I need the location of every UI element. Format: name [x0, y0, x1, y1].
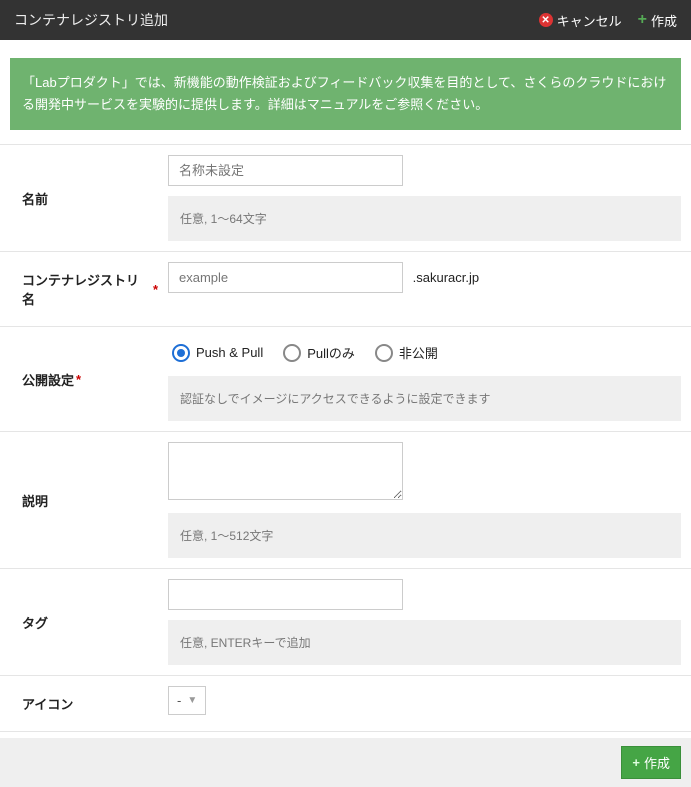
- create-button-footer[interactable]: + 作成: [621, 746, 681, 779]
- cancel-button[interactable]: ✕ キャンセル: [539, 11, 622, 30]
- plus-icon: +: [632, 755, 640, 770]
- page-title: コンテナレジストリ追加: [14, 10, 168, 30]
- content-description: 任意, 1〜512文字: [168, 432, 691, 568]
- form: 名前 任意, 1〜64文字 コンテナレジストリ名* .sakuracr.jp 公…: [0, 144, 691, 732]
- chevron-down-icon: ▼: [187, 695, 197, 706]
- select-value: -: [177, 693, 181, 708]
- row-description: 説明 任意, 1〜512文字: [0, 432, 691, 569]
- row-tag: タグ 任意, ENTERキーで追加: [0, 569, 691, 676]
- row-registry-name: コンテナレジストリ名* .sakuracr.jp: [0, 252, 691, 327]
- required-mark: *: [76, 372, 81, 387]
- create-label: 作成: [651, 11, 677, 30]
- hint-description: 任意, 1〜512文字: [168, 513, 681, 558]
- hint-tag: 任意, ENTERキーで追加: [168, 620, 681, 665]
- hint-name: 任意, 1〜64文字: [168, 196, 681, 241]
- visibility-radio-group: Push & Pull Pullのみ 非公開: [168, 337, 681, 366]
- label-visibility: 公開設定*: [0, 327, 168, 431]
- tag-input[interactable]: [168, 579, 403, 610]
- name-input[interactable]: [168, 155, 403, 186]
- label-description: 説明: [0, 432, 168, 568]
- label-tag: タグ: [0, 569, 168, 675]
- registry-suffix: .sakuracr.jp: [413, 270, 479, 285]
- close-icon: ✕: [539, 13, 553, 27]
- header-bar: コンテナレジストリ追加 ✕ キャンセル + 作成: [0, 0, 691, 40]
- radio-pull-only[interactable]: Pullのみ: [283, 343, 355, 362]
- radio-label: 非公開: [399, 343, 438, 362]
- footer-bar: + 作成: [0, 738, 691, 787]
- label-name: 名前: [0, 145, 168, 251]
- hint-visibility: 認証なしでイメージにアクセスできるように設定できます: [168, 376, 681, 421]
- create-label: 作成: [644, 753, 670, 772]
- radio-icon: [172, 344, 190, 362]
- required-mark: *: [153, 282, 158, 297]
- radio-label: Push & Pull: [196, 345, 263, 360]
- create-button-header[interactable]: + 作成: [638, 11, 677, 30]
- lab-notice: 「Labプロダクト」では、新機能の動作検証およびフィードバック収集を目的として、…: [10, 58, 681, 130]
- radio-label: Pullのみ: [307, 343, 355, 362]
- row-visibility: 公開設定* Push & Pull Pullのみ 非公開 認証なしでイメージにア…: [0, 327, 691, 432]
- header-actions: ✕ キャンセル + 作成: [539, 11, 677, 30]
- row-name: 名前 任意, 1〜64文字: [0, 145, 691, 252]
- radio-private[interactable]: 非公開: [375, 343, 438, 362]
- content-icon: - ▼: [168, 676, 691, 731]
- radio-icon: [283, 344, 301, 362]
- description-textarea[interactable]: [168, 442, 403, 500]
- label-registry-name: コンテナレジストリ名*: [0, 252, 168, 326]
- label-icon: アイコン: [0, 676, 168, 731]
- content-registry-name: .sakuracr.jp: [168, 252, 691, 326]
- registry-name-input[interactable]: [168, 262, 403, 293]
- content-visibility: Push & Pull Pullのみ 非公開 認証なしでイメージにアクセスできる…: [168, 327, 691, 431]
- cancel-label: キャンセル: [557, 11, 622, 30]
- plus-icon: +: [638, 11, 647, 29]
- radio-icon: [375, 344, 393, 362]
- row-icon: アイコン - ▼: [0, 676, 691, 732]
- radio-push-pull[interactable]: Push & Pull: [172, 344, 263, 362]
- content-tag: 任意, ENTERキーで追加: [168, 569, 691, 675]
- content-name: 任意, 1〜64文字: [168, 145, 691, 251]
